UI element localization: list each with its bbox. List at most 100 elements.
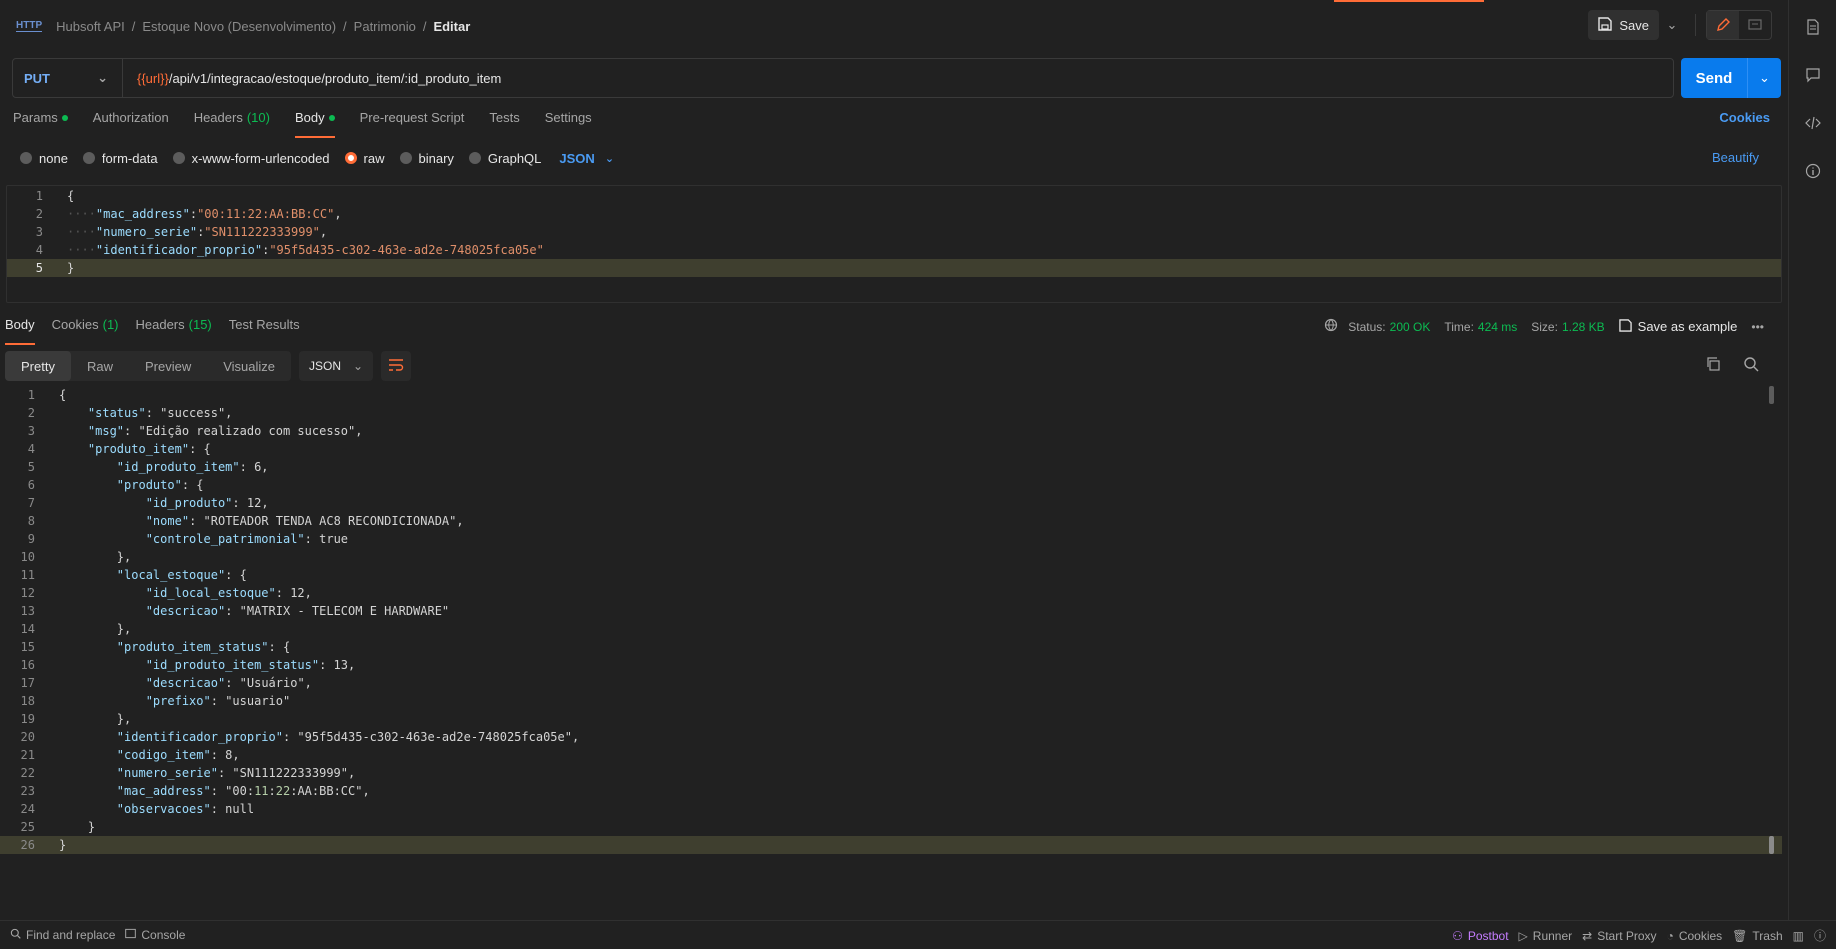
layout-icon[interactable]: ▥ [1793,929,1804,943]
view-visualize[interactable]: Visualize [207,351,291,381]
comment-icon[interactable] [1739,11,1771,39]
scrollbar[interactable] [1769,386,1774,404]
request-tabs: Params Authorization Headers (10) Body Pr… [0,110,1788,140]
view-raw[interactable]: Raw [71,351,129,381]
save-icon [1618,318,1632,335]
format-label: JSON [309,359,342,373]
radio-circle [468,152,481,164]
radio-form-data[interactable]: form-data [82,151,158,166]
tab-response-headers[interactable]: Headers (15) [136,317,212,345]
breadcrumb-separator: / [343,18,347,34]
code-icon[interactable] [1789,99,1836,147]
radio-x-www-form-urlencoded[interactable]: x-www-form-urlencoded [172,151,330,166]
breadcrumb-item[interactable]: Patrimonio [354,19,416,34]
footer-label: Postbot [1467,928,1509,943]
footer-label: Console [141,928,186,942]
tab-settings[interactable]: Settings [545,110,592,138]
runner-button[interactable]: ▷ Runner [1519,929,1573,943]
code-line: 26} [0,836,1782,854]
pencil-icon[interactable] [1707,11,1739,39]
tab-test-results[interactable]: Test Results [229,317,300,345]
code-text: "prefixo": "usuario" [145,694,291,708]
code-text: "descricao": "MATRIX - TELECOM E HARDWAR… [145,604,450,618]
footer-label: Cookies [1678,928,1723,943]
save-as-example-button[interactable]: Save as example [1638,319,1738,334]
line-number: 4 [27,442,35,456]
cookies-link[interactable]: Cookies [1719,110,1770,125]
code-text: }, [59,712,132,726]
view-pretty[interactable]: Pretty [5,351,71,381]
save-options-button[interactable]: ⌄ [1659,10,1685,40]
comments-icon[interactable] [1789,51,1836,99]
radio-none[interactable]: none [20,151,68,166]
beautify-button[interactable]: Beautify [1712,150,1759,165]
breadcrumb-item[interactable]: Estoque Novo (Desenvolvimento) [142,19,336,34]
status-label: Status: [1348,319,1386,334]
search-icon[interactable] [1743,356,1759,375]
globe-icon[interactable] [1324,318,1338,335]
url-input[interactable]: {{url}}/api/v1/integracao/estoque/produt… [137,71,501,86]
line-number: 24 [20,802,35,816]
tab-response-cookies[interactable]: Cookies (1) [52,317,119,345]
method-label: PUT [24,70,50,86]
more-options-icon[interactable]: ••• [1751,320,1764,334]
console-button[interactable]: Console [125,928,185,942]
cookies-button[interactable]: ◔ Cookies [1667,929,1723,943]
line-number: 25 [20,820,35,834]
response-format-select[interactable]: JSON ⌄ [299,351,374,381]
status-value[interactable]: 200 OK [1390,320,1431,334]
postbot-button[interactable]: ⚇ Postbot [1452,929,1508,943]
tab-body[interactable]: Body [294,110,335,138]
help-icon[interactable]: ⓘ [1814,927,1826,944]
method-select[interactable]: PUT ⌄ [13,59,123,97]
size-value[interactable]: 1.28 KB [1562,320,1605,334]
request-body-editor[interactable]: 1{ 2 ····"mac_address":"00:11:22:AA:BB:CC… [6,185,1782,303]
line-number: 10 [20,550,35,564]
send-button[interactable]: Send [1681,70,1747,87]
play-icon: ▷ [1518,928,1528,943]
chevron-down-icon: ⌄ [353,359,364,373]
body-format-select[interactable]: JSON ⌄ [559,151,614,166]
footer-label: Start Proxy [1597,928,1657,943]
save-button[interactable]: Save [1588,10,1659,40]
request-name[interactable]: Editar [433,19,470,34]
view-preview[interactable]: Preview [129,351,207,381]
info-icon[interactable] [1789,147,1836,195]
tab-headers[interactable]: Headers (10) [194,110,270,138]
tab-tests[interactable]: Tests [489,110,519,138]
active-dot [61,115,68,121]
wrap-lines-button[interactable] [381,351,412,381]
line-number: 17 [20,676,35,690]
code-text: "controle_patrimonial": true [145,532,349,546]
radio-graphql[interactable]: GraphQL [468,151,541,166]
code-line: 10 }, [0,548,1782,566]
time-value[interactable]: 424 ms [1478,320,1517,334]
save-label: Save [1619,17,1649,33]
format-label: JSON [559,150,595,166]
line-number: 22 [20,766,35,780]
code-text: { [59,388,67,402]
tab-params[interactable]: Params [13,110,68,138]
documentation-icon[interactable] [1789,3,1836,51]
line-number: 1 [27,388,35,402]
edit-mode-toggle[interactable] [1706,10,1772,40]
copy-icon[interactable] [1705,356,1721,375]
tab-pre-request-script[interactable]: Pre-request Script [360,110,465,138]
breadcrumb-item[interactable]: Hubsoft API [56,19,125,34]
response-body-viewer[interactable]: 1{2 "status": "success", 3 "msg": "Edição… [0,386,1782,856]
tab-response-body[interactable]: Body [5,317,35,345]
code-text: "identificador_proprio": "95f5d435-c302-… [116,730,580,744]
radio-raw[interactable]: raw [344,151,385,166]
trash-button[interactable]: 🗑︎ Trash [1732,929,1782,943]
line-number: 21 [20,748,35,762]
code-text: ····"mac_address":"00:11:22:AA:BB:CC", [67,207,342,221]
find-replace-button[interactable]: Find and replace [10,928,115,942]
start-proxy-button[interactable]: ⇄ Start Proxy [1582,929,1656,943]
code-text: "id_local_estoque": 12, [145,586,312,600]
body-type-selector: none form-data x-www-form-urlencoded raw… [20,148,614,168]
radio-binary[interactable]: binary [399,151,454,166]
scrollbar-thumb[interactable] [1769,836,1774,854]
code-text: "id_produto": 12, [145,496,269,510]
send-options-button[interactable]: ⌄ [1747,58,1781,98]
tab-authorization[interactable]: Authorization [93,110,169,138]
